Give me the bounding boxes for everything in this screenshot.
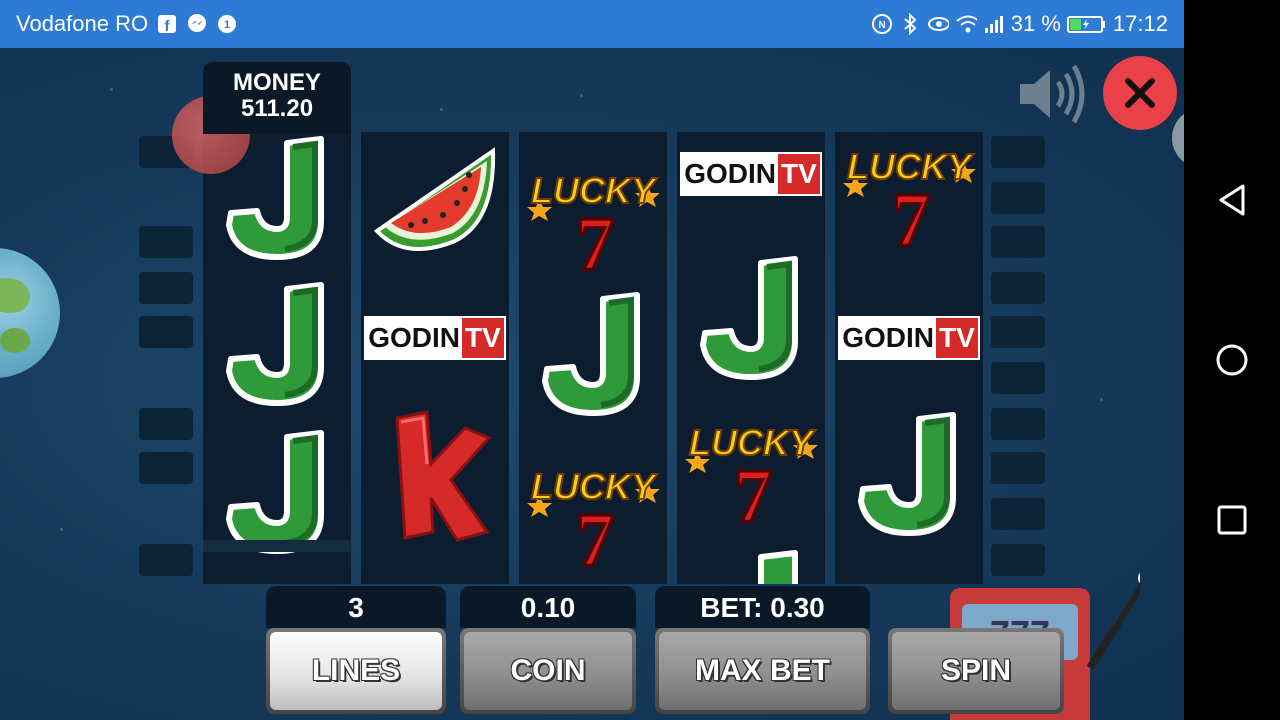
battery-icon — [1066, 13, 1107, 35]
symbol-j — [203, 270, 351, 418]
coin-button-label: COIN — [464, 632, 632, 710]
star — [110, 88, 113, 91]
money-value: 511.20 — [240, 95, 314, 122]
close-button[interactable] — [1103, 56, 1177, 130]
max-bet-button-label: MAX BET — [659, 632, 866, 710]
symbol-k — [361, 404, 509, 552]
symbol-j — [677, 538, 825, 584]
symbol-lucky7: LUCKY 7 — [835, 132, 983, 260]
star — [60, 528, 63, 531]
coin-button[interactable]: COIN — [460, 628, 636, 714]
clock: 17:12 — [1112, 11, 1168, 36]
svg-text:7: 7 — [734, 454, 772, 527]
back-button[interactable] — [1212, 180, 1252, 220]
recents-square-icon — [1217, 505, 1247, 535]
recents-button[interactable] — [1212, 500, 1252, 540]
close-icon — [1125, 78, 1155, 108]
earth-planet — [0, 248, 60, 378]
symbol-watermelon — [361, 132, 509, 270]
reel-5[interactable]: LUCKY 7 GODIN TV — [835, 132, 983, 584]
signal-icon — [983, 13, 1005, 35]
status-bar: Vodafone RO f 1 N 31 % 17:12 — [0, 0, 1184, 48]
facebook-icon: f — [156, 13, 178, 35]
symbol-lucky7: LUCKY 7 — [677, 388, 825, 536]
spin-button-label: SPIN — [892, 632, 1060, 710]
home-button[interactable] — [1212, 340, 1252, 380]
spin-button[interactable]: SPIN — [888, 628, 1064, 714]
navigation-bar — [1184, 0, 1280, 720]
lines-value: 3 — [266, 586, 446, 628]
max-bet-button[interactable]: MAX BET — [655, 628, 870, 714]
star — [1100, 398, 1103, 401]
reel-4[interactable]: GODIN TV LUCKY 7 — [677, 132, 825, 584]
speaker-icon — [1020, 64, 1085, 124]
money-display: MONEY 511.20 — [203, 62, 351, 134]
svg-text:1: 1 — [224, 19, 230, 31]
right-side-slots — [991, 136, 1045, 586]
coin-value: 0.10 — [460, 586, 636, 628]
svg-text:7: 7 — [892, 178, 930, 251]
symbol-lucky7: LUCKY 7 — [519, 432, 667, 580]
star — [440, 108, 443, 111]
reel-2[interactable]: GODIN TV — [361, 132, 509, 584]
game-area: GODIN TV LUCKY 7 LUCKY 7 GODIN TV LUCKY … — [0, 48, 1184, 720]
messenger-icon — [186, 13, 208, 35]
home-circle-icon — [1216, 344, 1248, 376]
symbol-lucky7: LUCKY 7 — [519, 136, 667, 284]
reel-1[interactable] — [203, 132, 351, 584]
svg-text:N: N — [878, 20, 885, 31]
eye-icon — [927, 13, 949, 35]
lines-button[interactable]: LINES — [266, 628, 446, 714]
wifi-icon — [955, 13, 977, 35]
reel-3[interactable]: LUCKY 7 LUCKY 7 — [519, 132, 667, 584]
symbol-j — [677, 244, 825, 392]
symbol-j — [835, 400, 983, 548]
nfc-icon: N — [871, 13, 893, 35]
symbol-godintv: GODIN TV — [677, 132, 825, 248]
bluetooth-icon — [899, 13, 921, 35]
money-label: MONEY — [232, 69, 321, 96]
symbol-godintv: GODIN TV — [361, 264, 509, 412]
data-saver-icon: 1 — [216, 13, 238, 35]
symbol-j — [519, 280, 667, 428]
left-side-slots — [139, 136, 193, 586]
battery-percent: 31 % — [1010, 11, 1061, 36]
svg-text:7: 7 — [576, 202, 614, 275]
lines-button-label: LINES — [270, 632, 442, 710]
carrier-name: Vodafone RO — [16, 11, 149, 36]
star — [580, 94, 583, 97]
moon-planet — [1172, 108, 1184, 168]
sound-toggle-button[interactable] — [1018, 62, 1088, 126]
back-triangle-icon — [1219, 184, 1245, 216]
svg-text:7: 7 — [576, 498, 614, 571]
bet-value: BET: 0.30 — [655, 586, 870, 628]
symbol-godintv: GODIN TV — [835, 264, 983, 412]
